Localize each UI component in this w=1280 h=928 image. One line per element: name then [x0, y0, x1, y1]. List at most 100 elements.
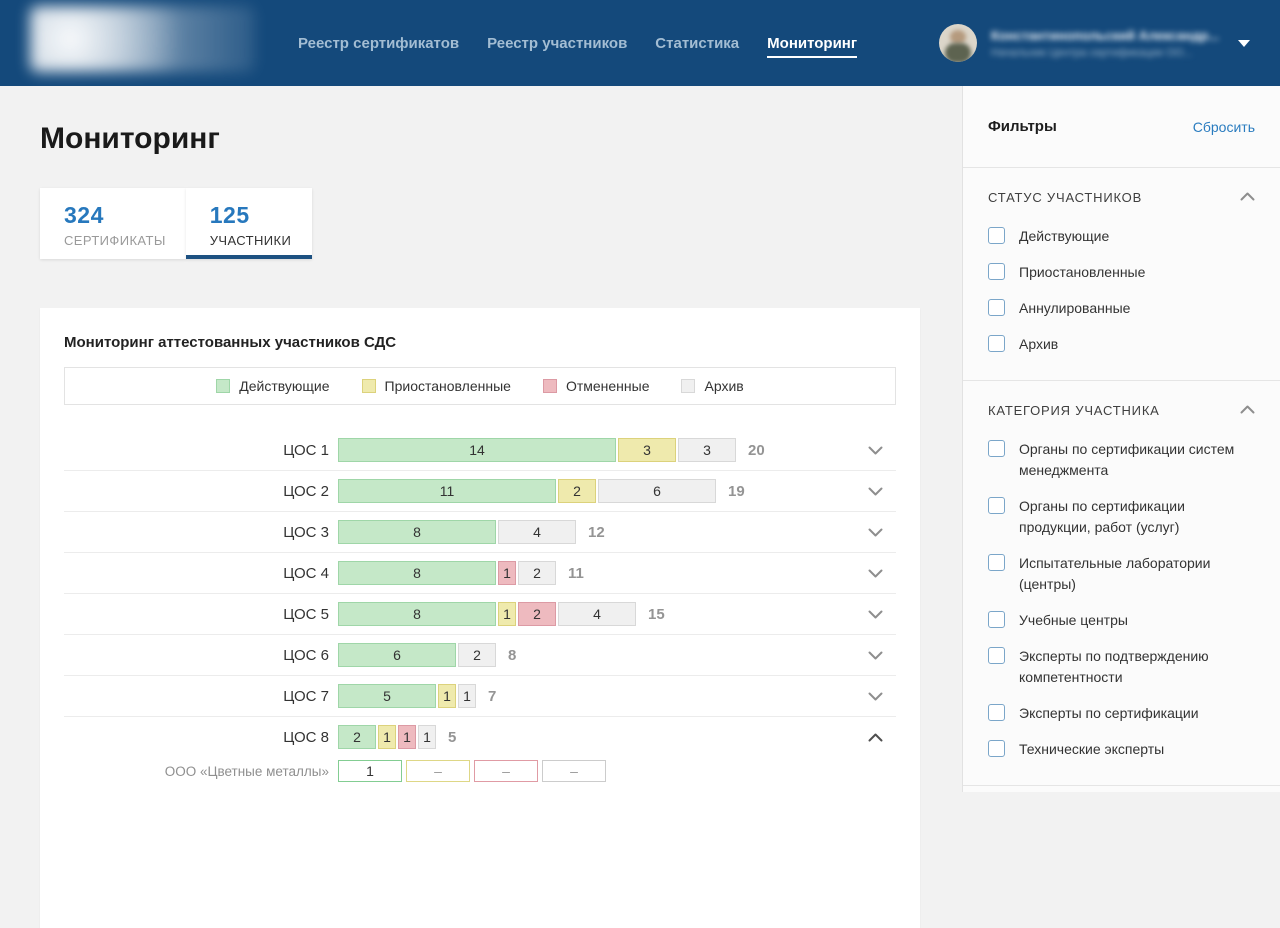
- tab-certificates[interactable]: 324СЕРТИФИКАТЫ: [40, 188, 186, 259]
- reset-filters-link[interactable]: Сбросить: [1193, 119, 1255, 135]
- row-total: 8: [508, 647, 516, 664]
- filter-option[interactable]: Учебные центры: [988, 610, 1255, 631]
- row-expand-chevron-down-icon[interactable]: [866, 688, 884, 704]
- filter-option-label: Органы по сертификации систем менеджмент…: [1019, 439, 1255, 481]
- checkbox-unchecked[interactable]: [988, 647, 1005, 664]
- filter-option-label: Архив: [1019, 334, 1058, 355]
- chart-row-5[interactable]: ЦОС 5812415: [64, 594, 896, 634]
- row-total: 12: [588, 524, 605, 541]
- chevron-down-icon[interactable]: [1238, 40, 1250, 47]
- logo[interactable]: [30, 6, 255, 72]
- chart-row-2[interactable]: ЦОС 2112619: [64, 471, 896, 511]
- checkbox-unchecked[interactable]: [988, 263, 1005, 280]
- checkbox-unchecked[interactable]: [988, 611, 1005, 628]
- checkbox-unchecked[interactable]: [988, 440, 1005, 457]
- chart-row-6[interactable]: ЦОС 6628: [64, 635, 896, 675]
- stacked-bar: 84: [338, 520, 578, 544]
- bar-segment-active: 5: [338, 684, 436, 708]
- stacked-bar: 8124: [338, 602, 638, 626]
- bar-segment-archive: 2: [458, 643, 496, 667]
- filter-sections: СТАТУС УЧАСТНИКОВ Действующие Приостановле…: [963, 168, 1280, 786]
- nav-item-monitoring[interactable]: Мониторинг: [767, 29, 857, 58]
- chart-row-group-6: ЦОС 6628: [64, 634, 896, 675]
- row-label: ЦОС 7: [64, 688, 338, 705]
- row-total: 11: [568, 565, 584, 582]
- row-expand-chevron-down-icon[interactable]: [866, 565, 884, 581]
- chart-row-group-8: ЦОС 821115ООО «Цветные металлы»1–––: [64, 716, 896, 791]
- bar-segment-suspended: 1: [498, 602, 516, 626]
- sub-row-cell-cancelled: –: [474, 760, 538, 782]
- row-expand-chevron-down-icon[interactable]: [866, 442, 884, 458]
- checkbox-unchecked[interactable]: [988, 299, 1005, 316]
- filter-option[interactable]: Технические эксперты: [988, 739, 1255, 760]
- chart-row-group-5: ЦОС 5812415: [64, 593, 896, 634]
- row-label: ЦОС 2: [64, 483, 338, 500]
- filter-option-label: Испытательные лаборатории (центры): [1019, 553, 1255, 595]
- user-name: Константинопольский Александр...: [991, 28, 1206, 43]
- checkbox-unchecked[interactable]: [988, 554, 1005, 571]
- filter-option[interactable]: Эксперты по сертификации: [988, 703, 1255, 724]
- row-total: 20: [748, 442, 765, 459]
- sub-row-cell-archive: –: [542, 760, 606, 782]
- filter-option[interactable]: Аннулированные: [988, 298, 1255, 319]
- filter-option[interactable]: Испытательные лаборатории (центры): [988, 553, 1255, 595]
- chart-row-7[interactable]: ЦОС 75117: [64, 676, 896, 716]
- main-content: Мониторинг 324СЕРТИФИКАТЫ125УЧАСТНИКИ Мо…: [0, 86, 962, 792]
- chart-row-4[interactable]: ЦОС 481211: [64, 553, 896, 593]
- tabs: 324СЕРТИФИКАТЫ125УЧАСТНИКИ: [40, 188, 962, 259]
- row-label: ЦОС 5: [64, 606, 338, 623]
- bar-segment-active: 8: [338, 602, 496, 626]
- filter-section-title: СТАТУС УЧАСТНИКОВ: [988, 190, 1142, 205]
- filter-option-label: Технические эксперты: [1019, 739, 1164, 760]
- filter-option[interactable]: Приостановленные: [988, 262, 1255, 283]
- nav-item-statistics[interactable]: Статистика: [655, 29, 739, 58]
- filter-option[interactable]: Действующие: [988, 226, 1255, 247]
- tab-participants[interactable]: 125УЧАСТНИКИ: [186, 188, 312, 259]
- filter-option[interactable]: Органы по сертификации систем менеджмент…: [988, 439, 1255, 481]
- legend-swatch-cancelled: [543, 379, 557, 393]
- row-expand-chevron-down-icon[interactable]: [866, 647, 884, 663]
- legend-label: Приостановленные: [385, 378, 511, 394]
- filter-option[interactable]: Архив: [988, 334, 1255, 355]
- checkbox-unchecked[interactable]: [988, 227, 1005, 244]
- row-expand-chevron-down-icon[interactable]: [866, 606, 884, 622]
- filter-option-label: Аннулированные: [1019, 298, 1130, 319]
- section-chevron-up-icon[interactable]: [1240, 188, 1255, 206]
- bar-segment-active: 2: [338, 725, 376, 749]
- filter-option[interactable]: Эксперты по подтверждению компетентности: [988, 646, 1255, 688]
- row-label: ЦОС 1: [64, 442, 338, 459]
- row-label: ЦОС 8: [64, 729, 338, 746]
- checkbox-unchecked[interactable]: [988, 740, 1005, 757]
- bar-segment-archive: 4: [498, 520, 576, 544]
- row-total: 7: [488, 688, 496, 705]
- row-collapse-chevron-up-icon[interactable]: [866, 729, 884, 745]
- row-expand-chevron-down-icon[interactable]: [866, 524, 884, 540]
- nav-item-participants-registry[interactable]: Реестр участников: [487, 29, 627, 58]
- bar-segment-archive: 6: [598, 479, 716, 503]
- user-role: Начальник Центра сертификации ОО...: [991, 47, 1206, 59]
- chart-legend: ДействующиеПриостановленныеОтмененныеАрх…: [64, 367, 896, 405]
- filter-option[interactable]: Органы по сертификации продукции, работ …: [988, 496, 1255, 538]
- legend-item-archive: Архив: [681, 378, 743, 394]
- chart-row-3[interactable]: ЦОС 38412: [64, 512, 896, 552]
- user-menu[interactable]: Константинопольский Александр... Начальн…: [939, 0, 1250, 86]
- chart-row-group-2: ЦОС 2112619: [64, 470, 896, 511]
- chart-row-group-7: ЦОС 75117: [64, 675, 896, 716]
- row-expand-chevron-down-icon[interactable]: [866, 483, 884, 499]
- section-chevron-up-icon[interactable]: [1240, 401, 1255, 419]
- nav-item-certificates-registry[interactable]: Реестр сертификатов: [298, 29, 459, 58]
- filter-section-title: КАТЕГОРИЯ УЧАСТНИКА: [988, 403, 1160, 418]
- sub-row-cell-active: 1: [338, 760, 402, 782]
- checkbox-unchecked[interactable]: [988, 335, 1005, 352]
- filter-option-label: Действующие: [1019, 226, 1109, 247]
- legend-label: Отмененные: [566, 378, 650, 394]
- bar-segment-active: 8: [338, 520, 496, 544]
- avatar: [939, 24, 977, 62]
- chart-row-8[interactable]: ЦОС 821115: [64, 717, 896, 757]
- checkbox-unchecked[interactable]: [988, 497, 1005, 514]
- chart-row-1[interactable]: ЦОС 1143320: [64, 430, 896, 470]
- filter-section-header[interactable]: КАТЕГОРИЯ УЧАСТНИКА: [988, 401, 1255, 419]
- checkbox-unchecked[interactable]: [988, 704, 1005, 721]
- filter-section-header[interactable]: СТАТУС УЧАСТНИКОВ: [988, 188, 1255, 206]
- stacked-bar: 1126: [338, 479, 718, 503]
